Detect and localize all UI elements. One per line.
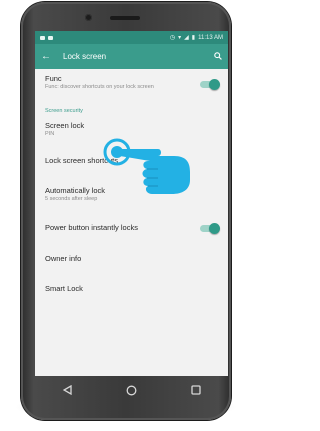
setting-func-label: Func xyxy=(45,74,62,83)
notification-icon xyxy=(40,35,45,40)
nav-recents-icon[interactable] xyxy=(183,380,209,400)
power-lock-toggle-knob xyxy=(209,223,220,234)
search-icon[interactable] xyxy=(214,51,222,62)
setting-owner-info[interactable]: Owner info xyxy=(35,245,228,275)
page-title: Lock screen xyxy=(63,52,107,61)
earpiece-speaker xyxy=(110,16,140,20)
setting-screen-lock-label: Screen lock xyxy=(45,121,85,130)
power-lock-toggle[interactable] xyxy=(200,223,220,234)
battery-icon: ▮ xyxy=(191,35,196,41)
status-bar: ◷ ▾ ◢ ▮ 11:13 AM xyxy=(35,31,228,44)
signal-icon: ◢ xyxy=(184,35,189,41)
setting-power-button-lock[interactable]: Power button instantly locks xyxy=(35,215,228,245)
setting-func-subtitle: Func: discover shortcuts on your lock sc… xyxy=(45,84,154,90)
front-camera xyxy=(85,14,92,21)
func-toggle[interactable] xyxy=(200,79,220,90)
setting-smart-lock[interactable]: Smart Lock xyxy=(35,275,228,305)
nav-bar xyxy=(35,376,228,404)
setting-smart-lock-label: Smart Lock xyxy=(45,284,83,293)
status-time: 11:13 AM xyxy=(198,34,223,41)
alarm-icon: ◷ xyxy=(169,35,176,41)
phone-screen: ◷ ▾ ◢ ▮ 11:13 AM ← Lock screen Func Func… xyxy=(35,31,228,376)
nav-back-icon[interactable] xyxy=(54,380,80,400)
setting-power-lock-label: Power button instantly locks xyxy=(45,223,138,232)
pointing-hand-icon xyxy=(103,138,190,194)
func-toggle-knob xyxy=(209,79,220,90)
setting-func[interactable]: Func Func: discover shortcuts on your lo… xyxy=(35,69,228,103)
app-bar: ← Lock screen xyxy=(35,44,228,69)
setting-owner-info-label: Owner info xyxy=(45,254,82,263)
arrow-back-icon[interactable]: ← xyxy=(41,51,53,62)
section-header: Screen security xyxy=(45,108,83,114)
image-icon xyxy=(48,35,53,40)
nav-home-icon[interactable] xyxy=(118,380,144,400)
wifi-icon: ▾ xyxy=(178,35,182,41)
